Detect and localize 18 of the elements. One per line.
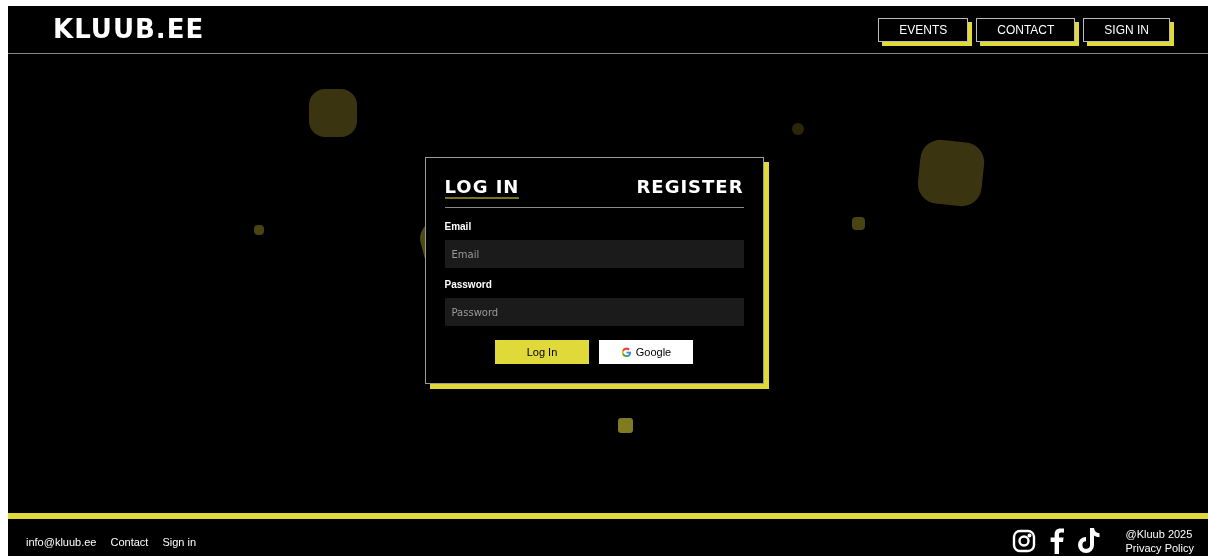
instagram-icon[interactable]	[1011, 528, 1036, 553]
tab[interactable]: REGISTER	[636, 178, 744, 199]
footer-link[interactable]: info@kluub.ee	[26, 534, 97, 551]
field-label: Email	[444, 222, 473, 232]
copyright-text: @Kluub 2025	[1125, 526, 1194, 541]
tiktok-icon[interactable]	[1077, 528, 1100, 553]
logo[interactable]: KLUUB.EE	[53, 10, 205, 49]
footer-link[interactable]: Contact	[110, 534, 149, 551]
privacy-policy-link[interactable]: Privacy Policy	[1125, 540, 1194, 555]
facebook-icon[interactable]	[1049, 527, 1064, 554]
google-button[interactable]: Google	[599, 340, 693, 364]
login-button[interactable]: Log In	[495, 340, 589, 364]
footer-link[interactable]: Sign in	[162, 534, 197, 551]
input-field[interactable]: Email	[444, 240, 744, 268]
google-icon	[620, 346, 632, 358]
input-field[interactable]: Password	[444, 298, 744, 326]
field-label: Password	[444, 280, 493, 290]
tab[interactable]: LOG IN	[444, 178, 520, 199]
